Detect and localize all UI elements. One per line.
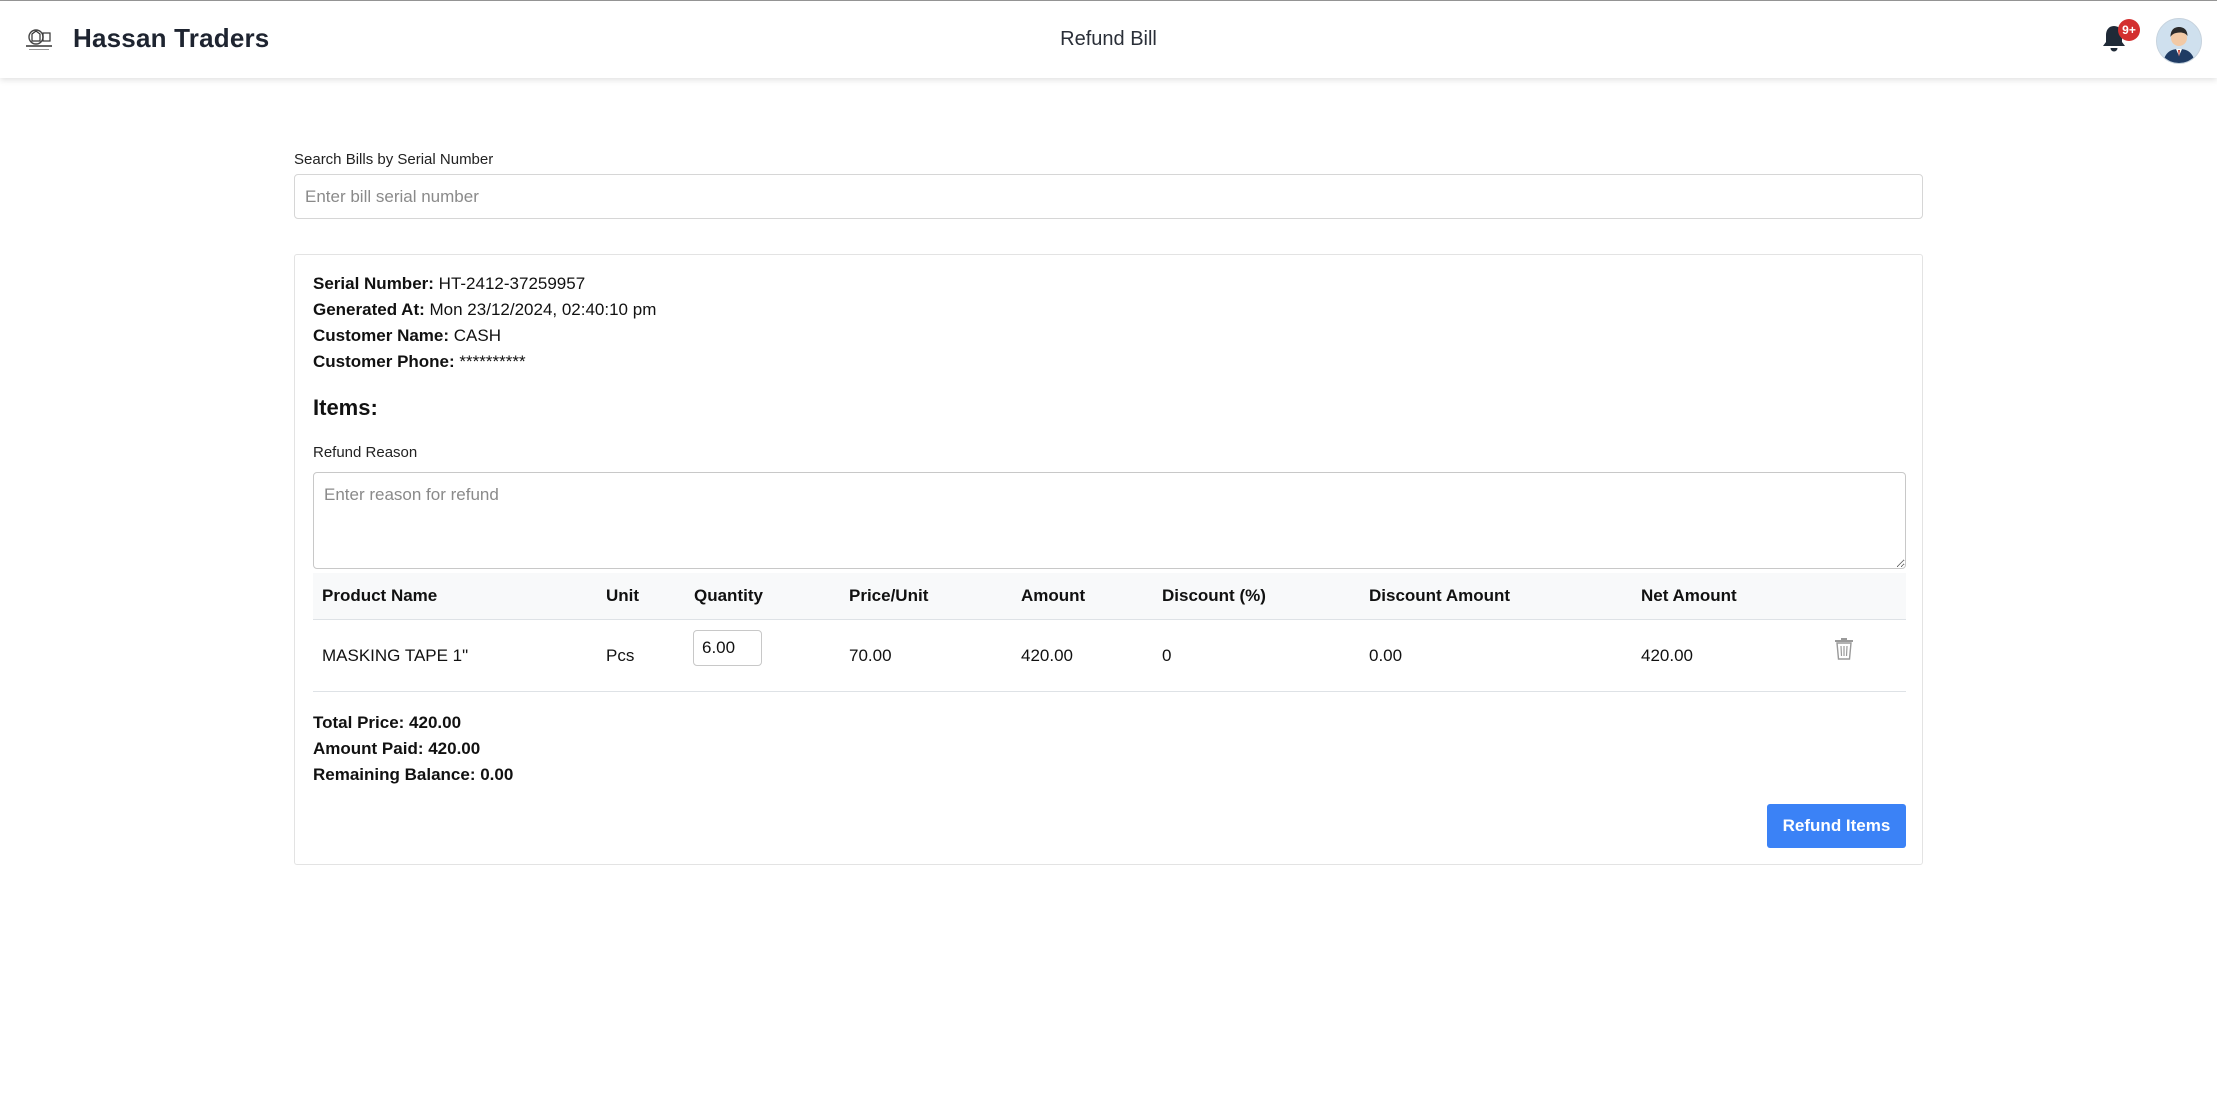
user-avatar[interactable] [2156, 18, 2202, 64]
items-heading: Items: [313, 395, 378, 420]
trash-icon[interactable] [1834, 638, 1854, 660]
search-input[interactable] [294, 174, 1923, 219]
column-header: Price/Unit [849, 586, 929, 605]
avatar-icon [2157, 19, 2201, 63]
page-title: Refund Bill [1060, 28, 1157, 50]
generated-at-line: Generated At: Mon 23/12/2024, 02:40:10 p… [313, 300, 656, 320]
discount-percent-cell: 0 [1162, 646, 1172, 665]
column-header: Discount (%) [1162, 586, 1266, 605]
price-cell: 70.00 [849, 646, 892, 665]
refund-items-button[interactable]: Refund Items [1767, 804, 1906, 848]
serial-number-label: Serial Number: [313, 274, 434, 293]
customer-phone-label: Customer Phone: [313, 352, 455, 371]
search-label: Search Bills by Serial Number [294, 151, 494, 168]
column-header: Net Amount [1641, 586, 1737, 605]
customer-name-value: CASH [453, 326, 502, 345]
customer-name-label: Customer Name: [313, 326, 450, 345]
column-header: Amount [1021, 586, 1086, 605]
column-header: Product Name [322, 586, 438, 605]
column-header: Discount Amount [1369, 586, 1511, 605]
product-name-cell: MASKING TAPE 1" [322, 646, 469, 665]
discount-amount-cell: 0.00 [1369, 646, 1403, 665]
customer-name-line: Customer Name: CASH [313, 326, 501, 346]
serial-number-line: Serial Number: HT-2412-37259957 [313, 274, 585, 294]
net-amount-cell: 420.00 [1641, 646, 1693, 665]
column-header: Unit [606, 586, 640, 605]
app-header: Hassan Traders Refund Bill 9+ [0, 1, 2217, 78]
items-table-header: Product Name Unit Quantity Price/Unit Am… [313, 573, 1906, 620]
remaining-balance: Remaining Balance: 0.00 [313, 765, 514, 784]
customer-phone-line: Customer Phone: ********** [313, 352, 526, 372]
total-price: Total Price: 420.00 [313, 713, 462, 732]
serial-number-value: HT-2412-37259957 [438, 274, 586, 293]
refund-reason-input[interactable] [313, 472, 1906, 569]
generated-at-value: Mon 23/12/2024, 02:40:10 pm [429, 300, 657, 319]
generated-at-label: Generated At: [313, 300, 425, 319]
bill-card: Serial Number: HT-2412-37259957 Generate… [294, 254, 1923, 865]
quantity-input[interactable] [693, 630, 762, 666]
customer-phone-value: ********** [459, 352, 526, 371]
amount-cell: 420.00 [1021, 646, 1073, 665]
refund-reason-label: Refund Reason [313, 444, 418, 461]
unit-cell: Pcs [606, 646, 635, 665]
table-row: MASKING TAPE 1" Pcs 70.00 420.00 0 0.00 … [313, 620, 1906, 692]
amount-paid: Amount Paid: 420.00 [313, 739, 481, 758]
column-header: Quantity [694, 586, 763, 605]
notification-badge: 9+ [2118, 19, 2140, 41]
